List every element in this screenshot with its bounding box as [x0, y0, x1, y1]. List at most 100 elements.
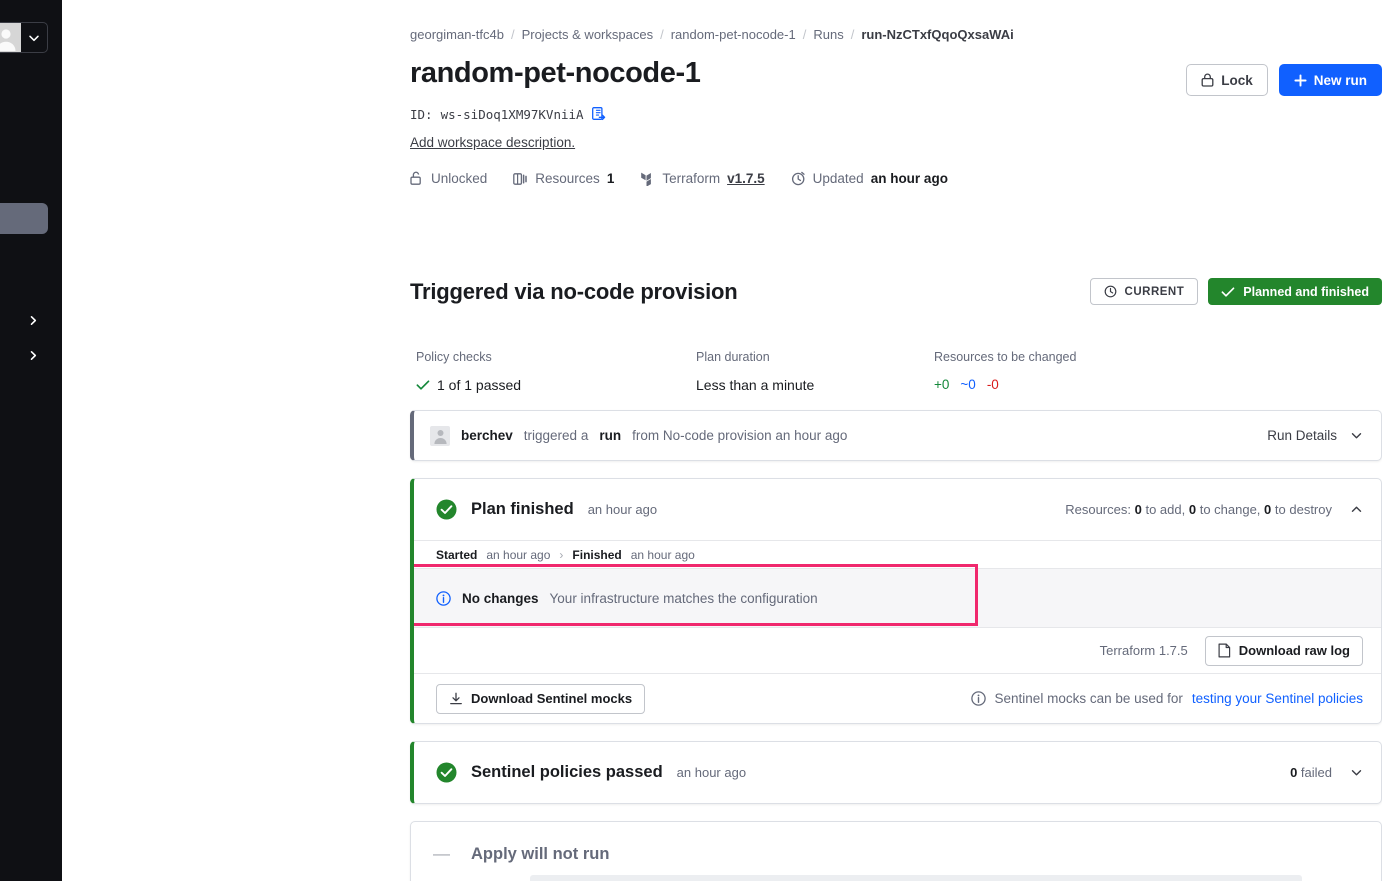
no-changes-title: No changes [462, 590, 539, 606]
download-raw-log-button[interactable]: Download raw log [1204, 635, 1363, 666]
trigger-action: run [599, 428, 622, 443]
resources-add-count: +0 [934, 377, 950, 392]
trigger-text-2: from No-code provision an hour ago [632, 428, 848, 443]
sidebar-active-item[interactable] [0, 203, 48, 234]
sentinel-note-text: Sentinel mocks can be used for [994, 691, 1183, 706]
unlock-icon [410, 171, 424, 186]
chevron-down-icon[interactable] [1350, 766, 1363, 779]
breadcrumb: georgiman-tfc4b / Projects & workspaces … [410, 0, 1382, 42]
sidebar: « [0, 0, 84, 881]
stat-plan-duration-value: Less than a minute [696, 377, 815, 393]
sentinel-mocks-note: Sentinel mocks can be used for testing y… [970, 691, 1363, 706]
check-icon [416, 379, 430, 391]
plan-card-header[interactable]: Plan finished an hour ago Resources: 0 t… [414, 479, 1381, 540]
add-workspace-description-link[interactable]: Add workspace description. [410, 135, 575, 150]
sentinel-policies-card: Sentinel policies passed an hour ago 0 f… [410, 741, 1382, 804]
breadcrumb-item-runs[interactable]: Runs [813, 27, 843, 42]
meta-resources-label: Resources [535, 171, 600, 186]
lock-button[interactable]: Lock [1186, 64, 1268, 96]
check-icon [1221, 286, 1235, 298]
plan-destroy-text: to destroy [1274, 502, 1332, 517]
stat-policy-checks: Policy checks 1 of 1 passed [416, 350, 696, 393]
resources-prefix: Resources: [1065, 502, 1131, 517]
sentinel-policies-link[interactable]: testing your Sentinel policies [1192, 691, 1363, 706]
current-badge: CURRENT [1089, 278, 1199, 305]
info-icon [970, 691, 986, 706]
clock-icon [1104, 285, 1117, 298]
sentinel-card-header[interactable]: Sentinel policies passed an hour ago 0 f… [414, 742, 1381, 803]
apply-card-title: Apply will not run [471, 844, 610, 863]
plan-change-text: to change, [1199, 502, 1261, 517]
stat-plan-duration: Plan duration Less than a minute [696, 350, 934, 393]
download-raw-log-label: Download raw log [1238, 643, 1350, 658]
download-sentinel-mocks-label: Download Sentinel mocks [471, 691, 633, 706]
plan-finished-time: an hour ago [630, 547, 695, 562]
bottom-panel-strip [530, 875, 1302, 881]
chevron-right-icon[interactable] [22, 344, 44, 366]
workspace-id-label: ID: [410, 107, 433, 122]
resources-destroy-count: -0 [986, 377, 999, 392]
clock-icon [791, 171, 806, 186]
plan-card-resources-summary: Resources: 0 to add, 0 to change, 0 to d… [1065, 502, 1332, 517]
stat-policy-checks-value-row: 1 of 1 passed [416, 377, 696, 393]
run-details-label: Run Details [1267, 428, 1337, 443]
meta-resources: Resources 1 [513, 171, 614, 186]
run-trigger-card: berchev triggered a run from No-code pro… [410, 410, 1382, 461]
meta-lock-status: Unlocked [410, 171, 487, 186]
breadcrumb-item-projects[interactable]: Projects & workspaces [522, 27, 654, 42]
workspace-id-value: ws-siDoq1XM97KVniiA [440, 107, 584, 122]
workspace-id: ID: ws-siDoq1XM97KVniiA [410, 107, 1382, 122]
breadcrumb-item-workspace[interactable]: random-pet-nocode-1 [671, 27, 796, 42]
file-icon [1218, 643, 1231, 658]
check-circle-icon [436, 499, 457, 520]
stat-resources-changed-values: +0 ~0 -0 [934, 377, 1214, 392]
run-details-toggle[interactable]: Run Details [1267, 428, 1363, 443]
sidebar-profile-button[interactable] [0, 22, 48, 53]
info-icon [436, 590, 451, 606]
dash-icon: — [433, 844, 450, 863]
new-run-button-label: New run [1313, 72, 1367, 88]
plan-terraform-version: Terraform 1.7.5 [1099, 643, 1188, 658]
copy-icon[interactable] [591, 107, 606, 122]
user-avatar-icon [0, 23, 21, 52]
sentinel-card-title: Sentinel policies passed [471, 763, 663, 781]
plan-finished-label: Finished [572, 547, 622, 562]
plan-add-text: to add, [1145, 502, 1186, 517]
plan-destroy-count: 0 [1264, 502, 1272, 517]
sentinel-failed-text: failed [1300, 765, 1332, 780]
no-changes-text: Your infrastructure matches the configur… [549, 590, 818, 606]
meta-updated: Updated an hour ago [791, 171, 948, 186]
sentinel-failed-summary: 0 failed [1290, 765, 1332, 780]
chevron-right-icon[interactable] [22, 309, 44, 331]
stat-policy-checks-value: 1 of 1 passed [437, 377, 522, 393]
sentinel-failed-count: 0 [1290, 765, 1298, 780]
main-content: georgiman-tfc4b / Projects & workspaces … [62, 0, 1382, 881]
chevron-up-icon[interactable] [1350, 503, 1363, 516]
breadcrumb-separator: / [510, 27, 515, 42]
breadcrumb-separator: / [850, 27, 855, 42]
status-badge-label: Planned and finished [1243, 284, 1369, 299]
trigger-description: berchev triggered a run from No-code pro… [430, 425, 848, 446]
stat-resources-changed: Resources to be changed +0 ~0 -0 [934, 350, 1214, 393]
resources-change-count: ~0 [960, 377, 976, 392]
chevron-down-icon [21, 32, 47, 44]
plan-started-label: Started [436, 547, 478, 562]
download-sentinel-mocks-button[interactable]: Download Sentinel mocks [436, 683, 646, 714]
new-run-button[interactable]: New run [1278, 64, 1382, 96]
run-stats: Policy checks 1 of 1 passed Plan duratio… [410, 350, 1382, 393]
run-badges: CURRENT Planned and finished [1089, 278, 1382, 305]
timing-arrow: › [559, 547, 564, 562]
stat-policy-checks-label: Policy checks [416, 350, 492, 364]
stat-plan-duration-label: Plan duration [696, 350, 770, 364]
meta-terraform-version-link[interactable]: v1.7.5 [727, 171, 765, 186]
stat-resources-changed-label: Resources to be changed [934, 350, 1077, 364]
breadcrumb-item-org[interactable]: georgiman-tfc4b [410, 27, 504, 42]
terraform-icon [640, 171, 655, 186]
workspace-header: random-pet-nocode-1 Lock New run [410, 57, 1382, 96]
meta-terraform: Terraform v1.7.5 [640, 171, 765, 186]
no-changes-banner: No changes Your infrastructure matches t… [414, 568, 1381, 627]
user-avatar-icon [430, 425, 450, 446]
trigger-user: berchev [461, 428, 513, 443]
breadcrumb-separator: / [660, 27, 664, 42]
plan-started-time: an hour ago [486, 547, 551, 562]
